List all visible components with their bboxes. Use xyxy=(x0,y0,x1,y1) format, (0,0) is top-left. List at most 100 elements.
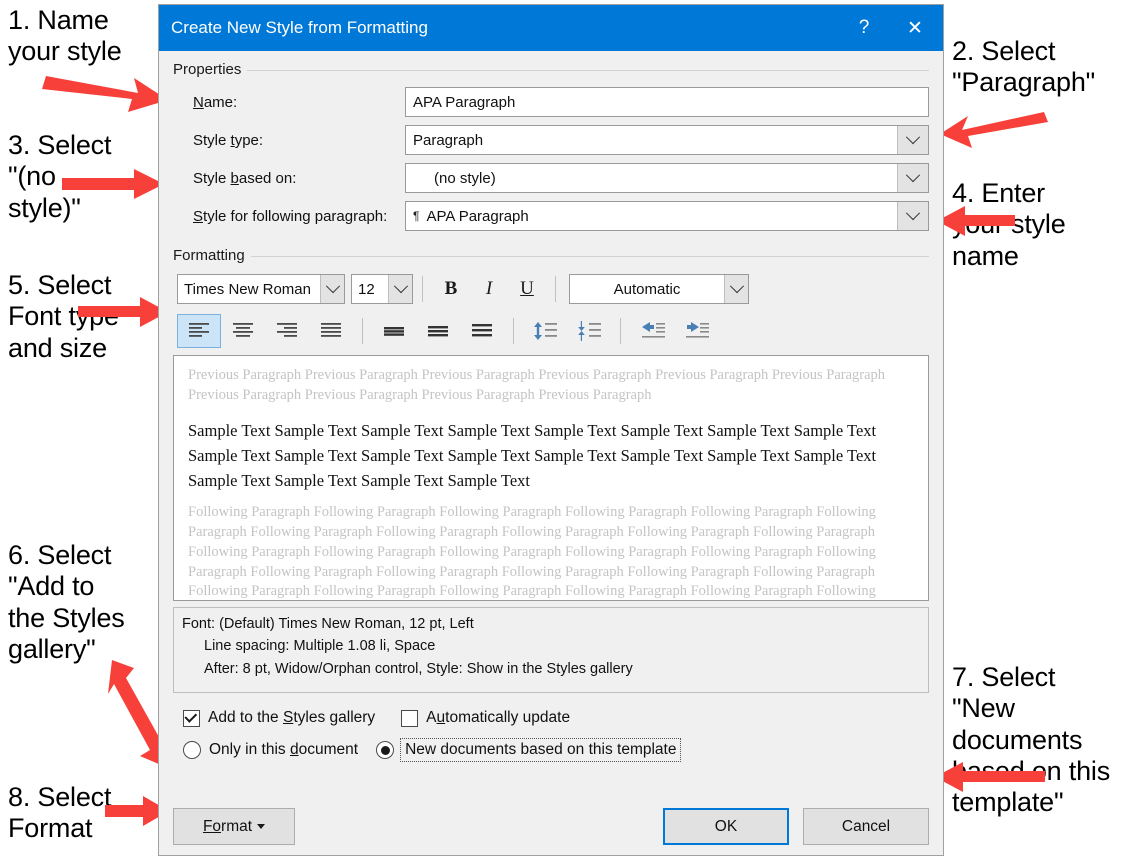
style-description-box: Font: (Default) Times New Roman, 12 pt, … xyxy=(173,607,929,693)
formatting-group: Formatting xyxy=(173,247,929,265)
ok-button[interactable]: OK xyxy=(663,808,789,845)
description-line-3: After: 8 pt, Widow/Orphan control, Style… xyxy=(204,660,633,677)
preview-previous-paragraph: Previous Paragraph Previous Paragraph Pr… xyxy=(188,367,886,403)
cancel-button[interactable]: Cancel xyxy=(803,808,929,845)
chevron-down-icon[interactable] xyxy=(388,275,412,303)
options-row-checkboxes: Add to the Styles gallery Automatically … xyxy=(183,705,929,731)
font-size-combo[interactable]: 12 xyxy=(351,274,413,304)
row-style-based-on: Style based on: (no style) xyxy=(173,163,929,193)
font-color-combo[interactable]: Automatic xyxy=(569,274,749,304)
arrow-5 xyxy=(78,297,168,327)
style-type-combo[interactable]: Paragraph xyxy=(405,125,929,155)
underline-button[interactable]: U xyxy=(508,274,546,304)
name-input-value: APA Paragraph xyxy=(413,93,516,111)
font-family-combo[interactable]: Times New Roman xyxy=(177,274,345,304)
bold-button[interactable]: B xyxy=(432,274,470,304)
arrow-7 xyxy=(935,762,1045,792)
add-to-styles-gallery-checkbox[interactable] xyxy=(183,709,200,727)
style-based-on-combo[interactable]: (no style) xyxy=(405,163,929,193)
align-left-button[interactable] xyxy=(177,314,221,348)
style-preview-pane: Previous Paragraph Previous Paragraph Pr… xyxy=(173,355,929,601)
formatting-toolbar-row-2 xyxy=(173,313,929,349)
decrease-indent-button[interactable] xyxy=(630,314,674,348)
style-following-label-accel: S xyxy=(193,207,204,225)
justify-button[interactable] xyxy=(309,314,353,348)
style-based-on-label: Style based on: xyxy=(173,170,405,187)
dialog-title: Create New Style from Formatting xyxy=(171,18,428,37)
line-spacing-one-half-button[interactable] xyxy=(416,314,460,348)
align-right-button[interactable] xyxy=(265,314,309,348)
add-to-styles-gallery-label: Add to the Styles gallery xyxy=(208,709,375,727)
increase-paragraph-spacing-button[interactable] xyxy=(523,314,567,348)
annotation-8-select-format: 8. Select Format xyxy=(8,782,112,844)
format-b: rmat xyxy=(221,817,253,835)
properties-divider xyxy=(173,70,929,71)
style-following-label-b: yle for following paragraph: xyxy=(207,207,388,225)
chevron-down-icon[interactable] xyxy=(724,275,748,303)
help-icon[interactable]: ? xyxy=(841,5,887,51)
close-icon[interactable]: ✕ xyxy=(887,5,943,51)
auto-update-b: tomatically update xyxy=(445,709,571,726)
chevron-down-icon[interactable] xyxy=(897,164,928,192)
dialog-body: Properties Name: APA Paragraph Style typ… xyxy=(159,51,943,855)
line-spacing-double-button[interactable] xyxy=(460,314,504,348)
style-following-value: APA Paragraph xyxy=(426,207,529,225)
chevron-down-icon[interactable] xyxy=(320,275,344,303)
italic-button[interactable]: I xyxy=(470,274,508,304)
automatically-update-checkbox[interactable] xyxy=(401,709,419,727)
align-center-button[interactable] xyxy=(221,314,265,348)
caret-down-icon xyxy=(257,824,266,829)
only-in-this-document-label: Only in this document xyxy=(209,741,358,759)
row-style-following: Style for following paragraph: ¶ APA Par… xyxy=(173,201,929,231)
automatically-update-label: Automatically update xyxy=(426,709,570,727)
properties-group-label: Properties xyxy=(173,61,248,78)
new-documents-radio[interactable] xyxy=(376,741,395,759)
line-spacing-single-button[interactable] xyxy=(372,314,416,348)
style-based-on-value: (no style) xyxy=(434,169,496,187)
automatically-update-wrap: Automatically update xyxy=(401,709,570,727)
description-line-1: Font: (Default) Times New Roman, 12 pt, … xyxy=(182,616,474,632)
increase-indent-button[interactable] xyxy=(674,314,718,348)
format-button[interactable]: Fo rmat xyxy=(173,808,295,845)
style-type-value: Paragraph xyxy=(413,131,484,149)
dialog-titlebar: Create New Style from Formatting ? ✕ xyxy=(159,5,943,51)
arrow-4 xyxy=(937,206,1015,236)
new-documents-label: New documents based on this template xyxy=(400,738,682,762)
add-gallery-a: Add to the xyxy=(208,709,283,726)
chevron-down-icon[interactable] xyxy=(897,202,928,230)
auto-update-a: A xyxy=(426,709,437,726)
name-label-accel: N xyxy=(193,93,204,111)
style-following-combo[interactable]: ¶ APA Paragraph xyxy=(405,201,929,231)
only-in-this-document-radio[interactable] xyxy=(183,741,201,759)
toolbar-separator xyxy=(555,276,556,302)
format-a: F xyxy=(202,817,213,835)
toolbar-separator xyxy=(422,276,423,302)
new-documents-wrap: New documents based on this template xyxy=(376,738,682,762)
only-doc-b: ocument xyxy=(298,741,359,758)
toolbar-separator xyxy=(362,318,363,344)
font-size-value: 12 xyxy=(358,280,375,298)
create-new-style-dialog: Create New Style from Formatting ? ✕ Pro… xyxy=(158,4,944,856)
style-type-label-b: ype: xyxy=(234,131,264,149)
annotation-6-add-to-gallery: 6. Select "Add to the Styles gallery" xyxy=(8,540,125,664)
add-gallery-accel: S xyxy=(282,709,294,726)
auto-update-accel: u xyxy=(436,709,446,726)
options-section: Add to the Styles gallery Automatically … xyxy=(173,705,929,763)
row-name: Name: APA Paragraph xyxy=(173,87,929,117)
format-accel: o xyxy=(212,817,222,835)
toolbar-separator xyxy=(513,318,514,344)
annotation-7-new-documents: 7. Select "New documents based on this t… xyxy=(952,662,1111,818)
arrow-3 xyxy=(62,169,164,199)
preview-sample-text: Sample Text Sample Text Sample Text Samp… xyxy=(188,420,877,490)
properties-group: Properties xyxy=(173,61,929,79)
chevron-down-icon[interactable] xyxy=(897,126,928,154)
font-color-value: Automatic xyxy=(613,280,681,298)
options-row-radios: Only in this document New documents base… xyxy=(183,737,929,763)
name-label: Name: xyxy=(173,94,405,111)
style-based-label-a: Style xyxy=(193,169,231,187)
style-based-label-accel: b xyxy=(230,169,239,187)
dialog-button-row: Fo rmat OK Cancel xyxy=(173,808,929,845)
formatting-group-label: Formatting xyxy=(173,247,251,264)
name-input[interactable]: APA Paragraph xyxy=(405,87,929,117)
decrease-paragraph-spacing-button[interactable] xyxy=(567,314,611,348)
